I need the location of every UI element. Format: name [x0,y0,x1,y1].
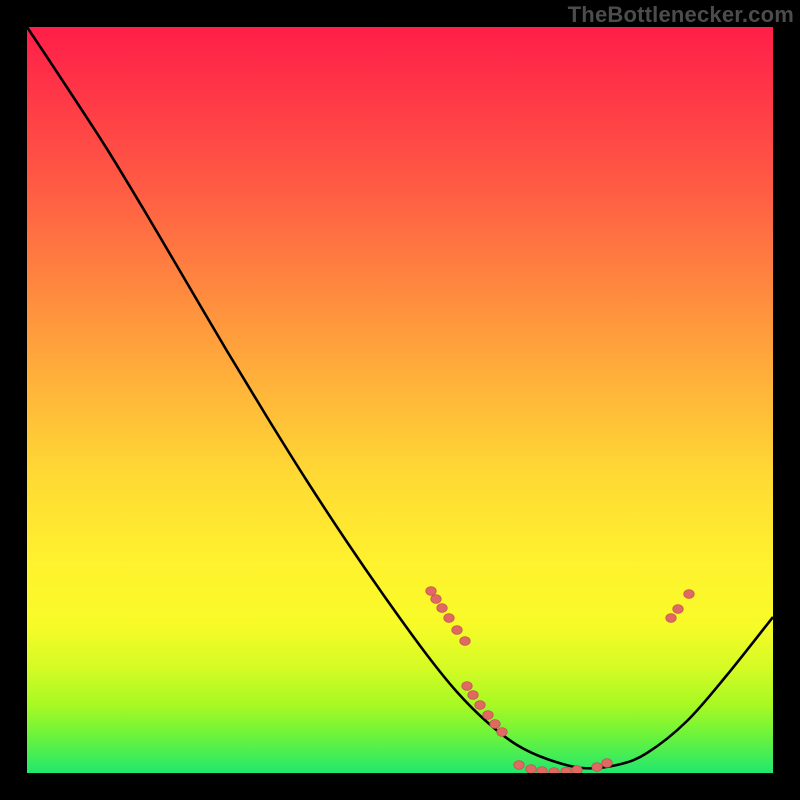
marker-point [537,767,547,773]
marker-point [437,604,447,613]
marker-point [549,768,559,773]
bottleneck-curve [27,27,773,768]
chart-frame: TheBottlenecker.com [0,0,800,800]
scatter-markers [426,587,694,773]
marker-point [483,711,493,720]
marker-point [497,728,507,737]
marker-point [666,614,676,623]
marker-point [468,691,478,700]
marker-point [431,595,441,604]
marker-point [526,765,536,773]
marker-point [561,767,571,773]
chart-svg [27,27,773,773]
plot-area [27,27,773,773]
marker-point [490,720,500,729]
marker-point [514,761,524,770]
marker-point [673,605,683,614]
marker-point [460,637,470,646]
marker-point [426,587,436,596]
marker-point [462,682,472,691]
marker-point [572,766,582,773]
marker-point [452,626,462,635]
marker-point [602,759,612,768]
marker-point [684,590,694,599]
marker-point [592,763,602,772]
watermark-label: TheBottlenecker.com [568,2,794,28]
marker-point [444,614,454,623]
marker-point [475,701,485,710]
